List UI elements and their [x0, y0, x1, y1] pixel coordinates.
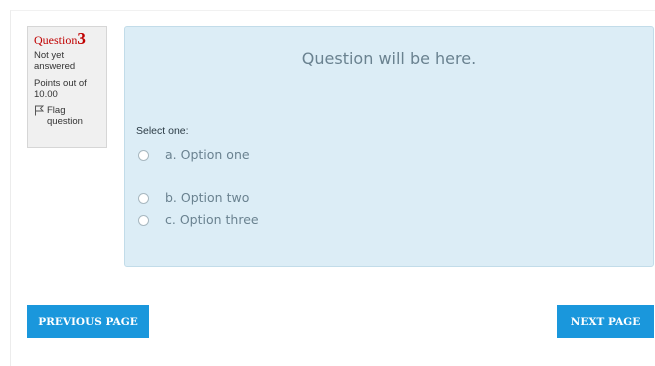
answer-label-c: c. Option three [165, 211, 259, 227]
answer-label-b: b. Option two [165, 189, 250, 205]
answer-label-a: a. Option one [165, 146, 250, 162]
next-page-button[interactable]: NEXT PAGE [557, 305, 654, 338]
question-number-label: Question [34, 33, 78, 47]
question-state: Not yet answered [34, 50, 76, 72]
question-grade: Points out of 10.00 [34, 78, 87, 100]
radio-unchecked-icon[interactable] [138, 215, 149, 226]
question-content: Question will be here. Select one: a. Op… [124, 26, 654, 267]
question-number-value: 3 [77, 29, 86, 48]
question-info-panel: Question3 Not yet answered Points out of… [27, 26, 107, 148]
radio-unchecked-icon[interactable] [138, 193, 149, 204]
flag-question-label: Flag question [47, 105, 83, 127]
radio-unchecked-icon[interactable] [138, 150, 149, 161]
answer-prompt: Select one: [136, 125, 189, 137]
answer-option-a[interactable]: a. Option one [138, 144, 538, 164]
question-text: Question will be here. [301, 49, 477, 68]
flag-question-toggle[interactable]: Flag question [34, 105, 100, 127]
answer-option-b[interactable]: b. Option two [138, 187, 538, 207]
question-number: Question3 [34, 29, 100, 48]
previous-page-button[interactable]: PREVIOUS PAGE [27, 305, 149, 338]
answer-option-c[interactable]: c. Option three [138, 209, 538, 229]
flag-outline-icon [35, 105, 44, 116]
